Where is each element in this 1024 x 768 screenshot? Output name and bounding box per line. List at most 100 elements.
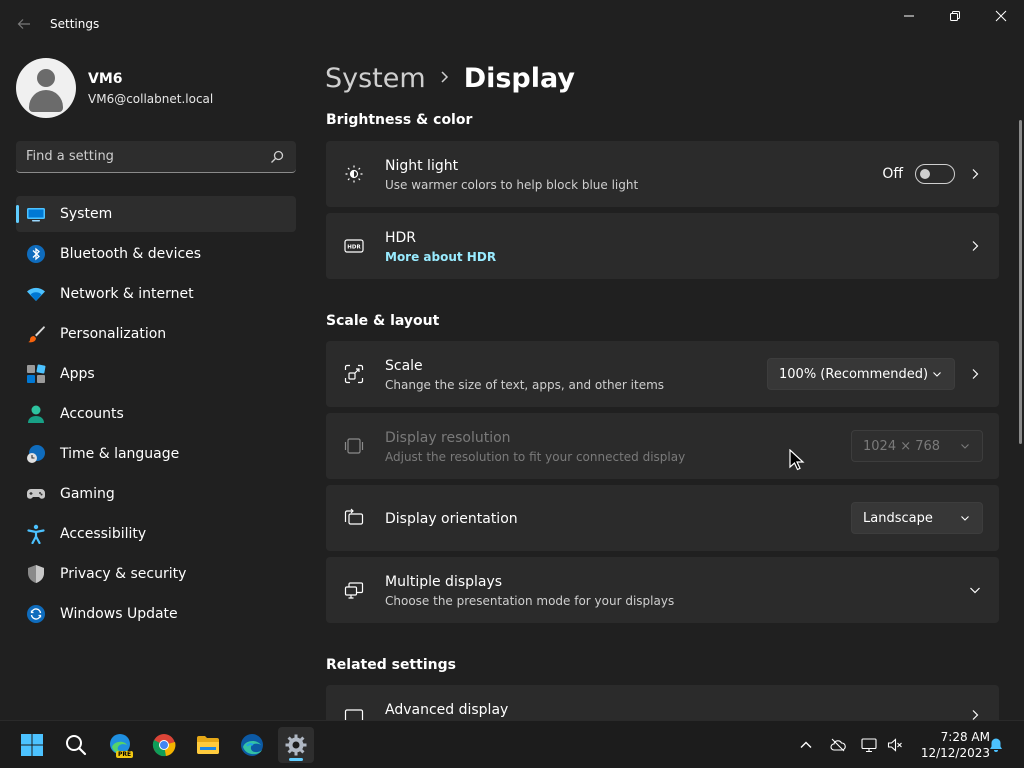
system-icon [26,204,46,224]
show-hidden-icons-button[interactable] [796,735,816,755]
page-title: Display [463,62,575,94]
night-light-subtitle: Use warmer colors to help block blue lig… [385,178,639,192]
breadcrumb-parent[interactable]: System [325,63,426,94]
profile-name: VM6 [88,71,123,87]
night-light-title: Night light [385,158,459,174]
tray-network-button[interactable] [859,735,879,755]
brightness-icon [345,165,363,183]
wifi-icon [26,284,46,304]
settings-taskbar-button[interactable] [278,727,314,763]
chrome-button[interactable] [146,727,182,763]
chevron-right-icon [972,369,979,379]
chevron-down-icon [933,372,941,377]
settings-icon [285,734,307,756]
sidebar-nav: System Bluetooth & devices Network & int… [16,196,296,636]
chrome-icon [152,734,176,757]
edge-icon [241,734,263,756]
scale-card[interactable]: Scale Change the size of text, apps, and… [326,341,999,407]
restore-button[interactable] [932,0,978,32]
scale-icon [344,364,364,384]
tray-volume-button[interactable] [885,735,905,755]
volume-muted-icon [887,738,902,752]
sidebar-item-accessibility[interactable]: Accessibility [16,516,296,552]
search-icon[interactable] [270,150,284,164]
sidebar-item-windows-update[interactable]: Windows Update [16,596,296,632]
search-icon [66,735,87,756]
scrollbar[interactable] [1019,120,1022,444]
orientation-dropdown[interactable]: Landscape [851,502,983,534]
update-icon [26,604,46,624]
start-button[interactable] [14,727,50,763]
taskbar-clock[interactable]: 7:28 AM 12/12/2023 [910,729,990,761]
tray-onedrive-button[interactable] [828,735,848,755]
search-box[interactable] [16,141,296,173]
advanced-display-title: Advanced display [385,702,509,718]
sidebar-item-apps[interactable]: Apps [16,356,296,392]
edge-preview-button[interactable]: PRE [102,727,138,763]
minimize-button[interactable] [886,0,932,32]
restore-icon [950,11,960,21]
chevron-down-icon[interactable] [969,584,981,596]
night-light-toggle[interactable] [915,164,955,184]
back-button[interactable] [12,12,36,36]
chevron-right-icon [972,710,979,720]
multiple-displays-card[interactable]: Multiple displays Choose the presentatio… [326,557,999,623]
scale-title: Scale [385,358,423,374]
sidebar-item-label: Privacy & security [60,566,187,582]
notifications-button[interactable] [986,735,1006,755]
user-profile[interactable]: VM6 VM6@collabnet.local [16,58,306,118]
svg-text:HDR: HDR [347,245,361,251]
sidebar-item-network[interactable]: Network & internet [16,276,296,312]
title-bar: Settings [0,0,1024,48]
shield-icon [26,564,46,584]
display-resolution-subtitle: Adjust the resolution to fit your connec… [385,450,686,464]
file-explorer-icon [197,736,219,754]
multiple-displays-subtitle: Choose the presentation mode for your di… [385,594,675,608]
section-title-scale-layout: Scale & layout [326,313,440,329]
sidebar-item-gaming[interactable]: Gaming [16,476,296,512]
sidebar-item-time-language[interactable]: Time & language [16,436,296,472]
breadcrumb: System Display [325,58,575,98]
sidebar-item-label: System [60,206,113,222]
chevron-up-icon [800,741,812,748]
more-about-hdr-link[interactable]: More about HDR [385,250,496,264]
sidebar-item-label: Bluetooth & devices [60,246,202,262]
close-icon [995,10,1007,22]
cloud-off-icon [830,738,846,752]
display-resolution-title: Display resolution [385,430,511,446]
advanced-display-card[interactable]: Advanced display [326,685,999,720]
night-light-card[interactable]: Night light Use warmer colors to help bl… [326,141,999,207]
orientation-icon [344,508,364,525]
scale-dropdown[interactable]: 100% (Recommended) [767,358,955,390]
orientation-dropdown-value: Landscape [863,510,933,526]
edge-button[interactable] [234,727,270,763]
sidebar-item-label: Time & language [60,446,180,462]
sidebar-item-personalization[interactable]: Personalization [16,316,296,352]
sidebar-item-label: Accessibility [60,526,147,542]
sidebar-item-bluetooth[interactable]: Bluetooth & devices [16,236,296,272]
chevron-right-icon [972,241,979,251]
sidebar-item-system[interactable]: System [16,196,296,232]
active-indicator [289,758,303,761]
file-explorer-button[interactable] [190,727,226,763]
chevron-down-icon [961,444,969,449]
bell-icon [990,738,1002,752]
chevron-down-icon [961,516,969,521]
search-input[interactable] [16,141,266,172]
close-button[interactable] [978,0,1024,32]
hdr-card[interactable]: HDR HDR More about HDR [326,213,999,279]
hdr-title: HDR [385,230,417,246]
breadcrumb-chevron-icon [440,68,450,89]
display-orientation-card[interactable]: Display orientation Landscape [326,485,999,551]
resolution-icon [344,438,364,454]
taskbar-search-button[interactable] [58,727,94,763]
sidebar-item-accounts[interactable]: Accounts [16,396,296,432]
gamepad-icon [26,484,46,504]
mouse-cursor-icon [789,449,805,471]
scale-subtitle: Change the size of text, apps, and other… [385,378,665,392]
display-orientation-title: Display orientation [385,511,518,527]
sidebar-item-privacy-security[interactable]: Privacy & security [16,556,296,592]
taskbar: PRE 7:28 AM 12/12/2023 [0,720,1024,768]
section-title-related: Related settings [326,657,456,673]
clock-time: 7:28 AM [940,730,990,744]
